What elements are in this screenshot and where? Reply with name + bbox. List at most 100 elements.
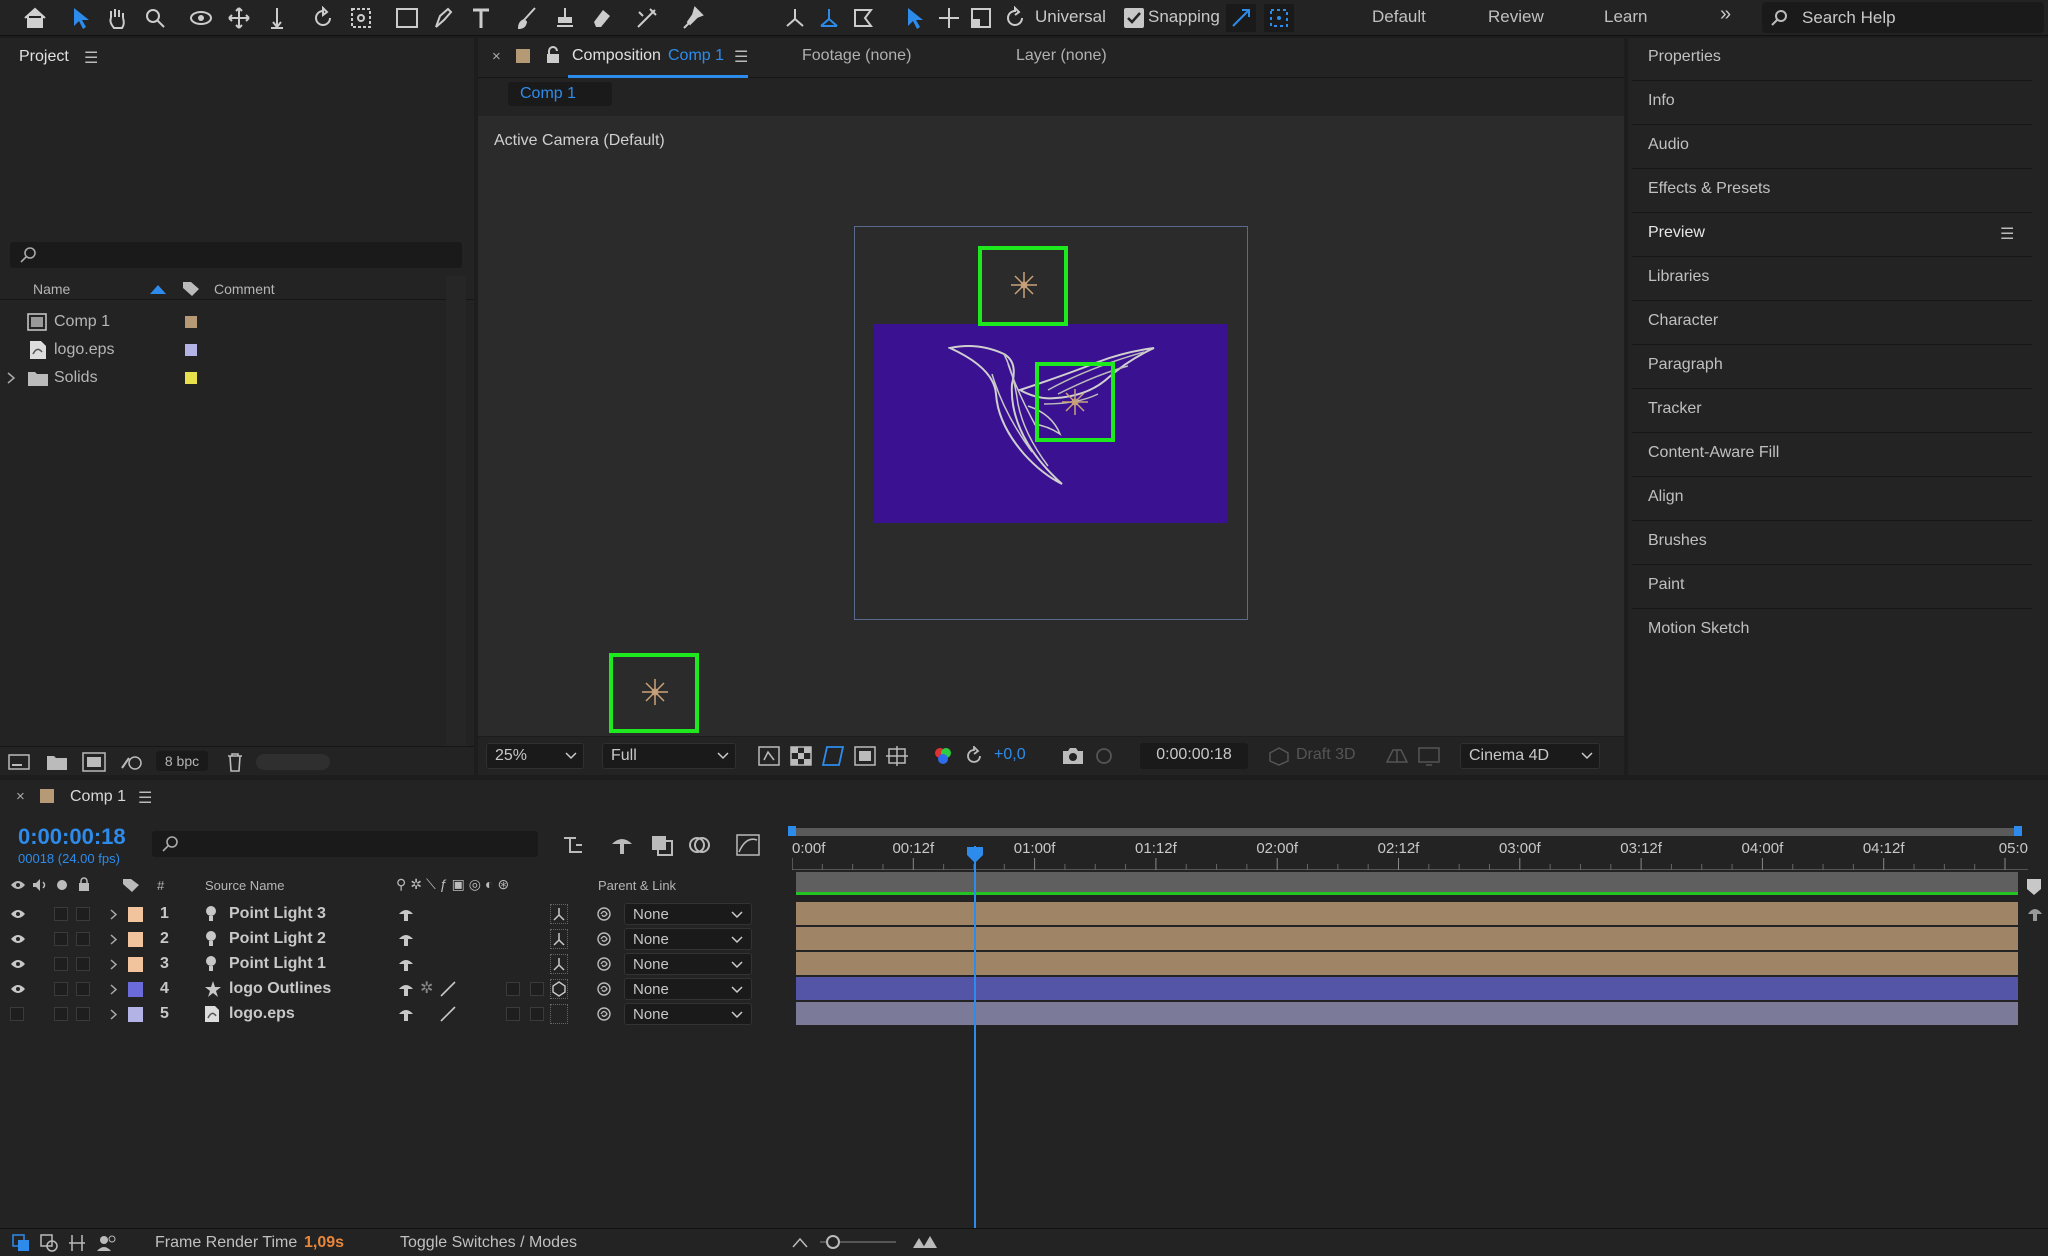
comp-button-icon[interactable] [2026, 904, 2044, 922]
solo-toggle[interactable] [54, 932, 68, 946]
close-tab-icon[interactable]: × [492, 48, 501, 65]
parent-dropdown[interactable]: None [624, 903, 752, 925]
shy-switch-icon[interactable] [398, 931, 414, 947]
grid-guides-icon[interactable] [886, 746, 908, 766]
tracker-panel-header[interactable]: Tracker [1632, 390, 2032, 433]
graph-editor-icon[interactable] [736, 834, 760, 856]
more-workspaces-icon[interactable]: » [1720, 3, 1731, 26]
motion-blur-icon[interactable] [688, 834, 712, 856]
puppet-pin-tool-icon[interactable] [678, 4, 708, 32]
workspace-learn[interactable]: Learn [1604, 7, 1647, 27]
point-light-1-gizmo[interactable] [609, 653, 699, 733]
expand-chevron-icon[interactable] [110, 1009, 118, 1020]
preview-panel-menu-icon[interactable]: ☰ [2000, 224, 2014, 244]
layer-tab[interactable]: Layer (none) [1016, 47, 1107, 65]
toggle-switches-modes-button[interactable]: Toggle Switches / Modes [400, 1234, 577, 1252]
composition-viewer[interactable]: Active Camera (Default) [478, 116, 1624, 736]
3d-selection-tool-icon[interactable] [900, 4, 930, 32]
current-time-indicator[interactable] [966, 846, 983, 1228]
sort-ascending-icon[interactable] [150, 285, 166, 294]
paragraph-panel-header[interactable]: Paragraph [1632, 346, 2032, 389]
layer-name[interactable]: Point Light 2 [229, 930, 326, 948]
universal-label[interactable]: Universal [1035, 7, 1106, 27]
roto-brush-tool-icon[interactable] [632, 4, 662, 32]
brush-tool-icon[interactable] [512, 4, 542, 32]
extended-viewer-icon[interactable] [1418, 746, 1440, 766]
shy-switch-icon[interactable] [398, 906, 414, 922]
footage-tab[interactable]: Footage (none) [802, 47, 911, 65]
transfer-controls-toggle-icon[interactable] [40, 1234, 58, 1252]
shy-layers-icon[interactable] [610, 834, 634, 856]
layer-row[interactable]: 5 logo.eps None [0, 1002, 786, 1026]
pick-whip-icon[interactable] [596, 931, 612, 947]
project-item[interactable]: Solids [0, 364, 474, 392]
label-color-swatch[interactable] [185, 316, 197, 328]
adjustment-switch[interactable] [506, 1007, 520, 1021]
name-column-header[interactable]: Name [33, 281, 70, 297]
3d-layer-switch[interactable] [550, 1004, 568, 1024]
selection-tool-icon[interactable] [66, 4, 96, 32]
comp-mini-flowchart-icon[interactable] [562, 834, 586, 856]
exposure-value[interactable]: +0,0 [994, 746, 1026, 764]
region-of-interest-icon[interactable] [822, 746, 844, 766]
pick-whip-icon[interactable] [596, 906, 612, 922]
3d-layer-switch[interactable] [550, 929, 568, 949]
point-light-3-gizmo[interactable] [978, 246, 1068, 326]
content-aware-fill-panel-header[interactable]: Content-Aware Fill [1632, 434, 2032, 477]
show-snapshot-icon[interactable] [1094, 746, 1114, 766]
preview-panel-header[interactable]: Preview [1632, 214, 2032, 257]
layer-row[interactable]: 2 Point Light 2 None [0, 927, 786, 951]
layer-name[interactable]: Point Light 3 [229, 905, 326, 923]
label-color-swatch[interactable] [185, 372, 197, 384]
video-toggle[interactable] [10, 1007, 24, 1021]
lock-toggle[interactable] [76, 982, 90, 996]
draft-3d-label[interactable]: Draft 3D [1296, 746, 1356, 764]
zoom-in-icon[interactable] [912, 1233, 938, 1249]
label-color-swatch[interactable] [128, 982, 143, 997]
trash-icon[interactable] [226, 752, 244, 772]
mask-visibility-icon[interactable] [854, 746, 876, 766]
adjustment-switch[interactable] [506, 982, 520, 996]
libraries-panel-header[interactable]: Libraries [1632, 258, 2032, 301]
snap-edges-icon[interactable] [1226, 4, 1256, 32]
layer-name[interactable]: logo Outlines [229, 980, 331, 998]
solo-toggle[interactable] [54, 907, 68, 921]
lock-toggle[interactable] [76, 932, 90, 946]
workspace-default[interactable]: Default [1372, 7, 1426, 27]
bit-depth-button[interactable]: 8 bpc [156, 751, 208, 771]
quality-switch-icon[interactable] [440, 1006, 456, 1022]
3d-layer-switch[interactable] [550, 954, 568, 974]
character-panel-header[interactable]: Character [1632, 302, 2032, 345]
interpret-footage-icon[interactable] [8, 753, 32, 771]
source-name-header[interactable]: Source Name [205, 878, 284, 893]
paint-panel-header[interactable]: Paint [1632, 566, 2032, 609]
shy-switch-icon[interactable] [398, 981, 414, 997]
search-help-field[interactable]: Search Help [1762, 2, 2044, 33]
expand-chevron-icon[interactable] [110, 959, 118, 970]
timeline-tab-name[interactable]: Comp 1 [70, 788, 126, 806]
snap-features-icon[interactable] [1264, 4, 1294, 32]
3d-layer-switch[interactable] [550, 979, 568, 999]
close-tab-icon[interactable]: × [16, 788, 25, 805]
lock-toggle[interactable] [76, 1007, 90, 1021]
pick-whip-icon[interactable] [596, 956, 612, 972]
move-gizmo-icon[interactable] [934, 4, 964, 32]
render-time-toggle-icon[interactable] [96, 1234, 116, 1252]
snapshot-camera-icon[interactable] [1062, 746, 1084, 766]
layer-duration-bar[interactable] [796, 952, 2018, 975]
pen-tool-icon[interactable] [428, 4, 458, 32]
transparency-grid-icon[interactable] [790, 746, 812, 766]
layer-name[interactable]: logo.eps [229, 1005, 295, 1023]
align-panel-header[interactable]: Align [1632, 478, 2032, 521]
shy-switch-icon[interactable] [398, 956, 414, 972]
hand-tool-icon[interactable] [102, 4, 132, 32]
label-color-swatch[interactable] [185, 344, 197, 356]
eraser-tool-icon[interactable] [586, 4, 616, 32]
effects-presets-panel-header[interactable]: Effects & Presets [1632, 170, 2032, 213]
comment-column-header[interactable]: Comment [214, 281, 275, 297]
in-out-toggle-icon[interactable] [68, 1234, 86, 1252]
eye-icon[interactable] [10, 958, 26, 970]
parent-dropdown[interactable]: None [624, 1003, 752, 1025]
quality-switch-icon[interactable] [440, 981, 456, 997]
lock-icon[interactable] [546, 46, 560, 64]
